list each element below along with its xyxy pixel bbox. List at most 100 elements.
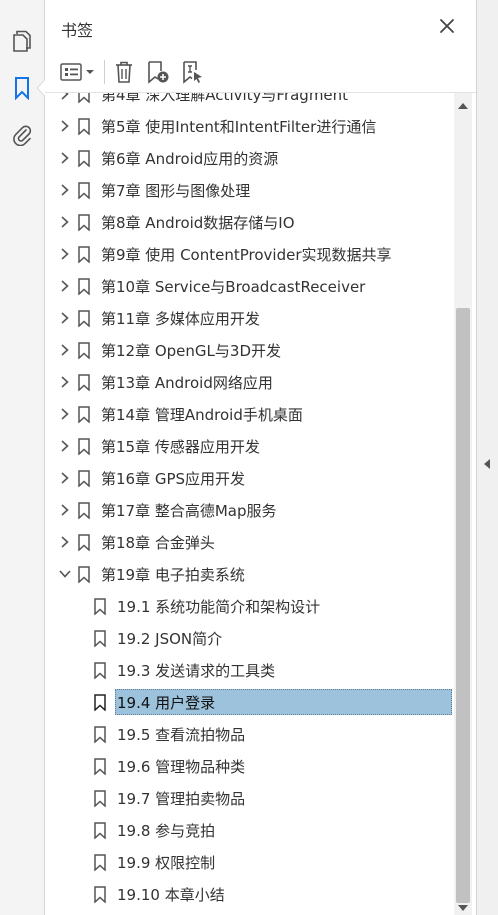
bookmark-icon [78, 566, 90, 583]
bookmark-icon [94, 630, 106, 647]
chevron-down-icon[interactable] [58, 567, 72, 581]
close-icon[interactable] [438, 17, 456, 35]
scroll-down-arrow-icon[interactable] [458, 905, 468, 911]
bookmark-subitem[interactable]: 19.1 系统功能简介和架构设计 [45, 590, 454, 622]
bookmark-icon[interactable] [8, 74, 36, 102]
chevron-right-icon[interactable] [58, 183, 72, 197]
bookmark-icon [78, 534, 90, 551]
panel-splitter[interactable] [476, 0, 498, 915]
bookmark-label: 第17章 整合高德Map服务 [101, 502, 277, 520]
chevron-right-icon[interactable] [58, 151, 72, 165]
bookmark-item[interactable]: 第5章 使用Intent和IntentFilter进行通信 [45, 110, 454, 142]
bookmark-item[interactable]: 第17章 整合高德Map服务 [45, 494, 454, 526]
bookmark-item[interactable]: 第4章 深入理解Activity与Fragment [45, 93, 454, 110]
bookmark-from-selection-icon[interactable] [179, 59, 205, 85]
scroll-up-arrow-icon[interactable] [458, 103, 468, 109]
toolbar-separator [104, 60, 105, 84]
bookmark-icon [94, 822, 106, 839]
bookmark-icon [94, 598, 106, 615]
bookmark-subitem[interactable]: 19.10 本章小结 [45, 878, 454, 910]
chevron-right-icon[interactable] [58, 535, 72, 549]
bookmark-icon [94, 790, 106, 807]
bookmark-subitem[interactable]: 19.8 参与竞拍 [45, 814, 454, 846]
bookmark-label: 第4章 深入理解Activity与Fragment [101, 93, 349, 104]
trash-icon[interactable] [111, 59, 137, 85]
collapse-arrow-icon[interactable] [484, 459, 490, 469]
bookmark-icon [78, 278, 90, 295]
bookmark-item[interactable]: 第10章 Service与BroadcastReceiver [45, 270, 454, 302]
bookmark-item[interactable]: 第9章 使用 ContentProvider实现数据共享 [45, 238, 454, 270]
bookmark-subitem[interactable]: 19.5 查看流拍物品 [45, 718, 454, 750]
bookmark-item[interactable]: 第16章 GPS应用开发 [45, 462, 454, 494]
bookmark-item[interactable]: 第18章 合金弹头 [45, 526, 454, 558]
bookmark-label: 第5章 使用Intent和IntentFilter进行通信 [101, 118, 377, 136]
bookmark-icon [78, 118, 90, 135]
bookmark-icon [78, 502, 90, 519]
bookmark-icon [94, 854, 106, 871]
bookmark-subitem[interactable]: 19.2 JSON简介 [45, 622, 454, 654]
chevron-right-icon[interactable] [58, 279, 72, 293]
bookmark-item[interactable]: 第14章 管理Android手机桌面 [45, 398, 454, 430]
chevron-right-icon[interactable] [58, 343, 72, 357]
bookmark-item[interactable]: 第11章 多媒体应用开发 [45, 302, 454, 334]
bookmark-label: 第6章 Android应用的资源 [101, 150, 279, 168]
chevron-right-icon[interactable] [58, 93, 72, 101]
chevron-right-icon[interactable] [58, 215, 72, 229]
chevron-right-icon[interactable] [58, 407, 72, 421]
bookmarks-toolbar [45, 52, 476, 93]
bookmarks-panel: 书签 第4章 深入理解Activity与Fragment 第5章 使用Inten… [45, 0, 476, 915]
bookmark-subitem[interactable]: 19.7 管理拍卖物品 [45, 782, 454, 814]
bookmark-label: 第19章 电子拍卖系统 [101, 566, 245, 584]
bookmark-item[interactable]: 第12章 OpenGL与3D开发 [45, 334, 454, 366]
bookmark-icon [78, 246, 90, 263]
bookmark-subitem[interactable]: 19.9 权限控制 [45, 846, 454, 878]
bookmark-icon [78, 150, 90, 167]
chevron-right-icon[interactable] [58, 119, 72, 133]
chevron-right-icon[interactable] [58, 311, 72, 325]
chevron-right-icon[interactable] [58, 503, 72, 517]
bookmark-label: 第18章 合金弹头 [101, 534, 215, 552]
vertical-scrollbar[interactable] [454, 93, 472, 915]
bookmark-icon [94, 886, 106, 903]
bookmark-icon [78, 438, 90, 455]
new-bookmark-icon[interactable] [145, 59, 171, 85]
bookmark-label: 第13章 Android网络应用 [101, 374, 273, 392]
bookmark-label: 第9章 使用 ContentProvider实现数据共享 [101, 246, 392, 264]
bookmark-label: 19.9 权限控制 [117, 854, 216, 872]
bookmark-tree: 第4章 深入理解Activity与Fragment 第5章 使用Intent和In… [45, 93, 454, 915]
bookmark-item[interactable]: 第19章 电子拍卖系统 [45, 558, 454, 590]
chevron-right-icon[interactable] [58, 247, 72, 261]
paperclip-icon[interactable] [8, 120, 36, 148]
bookmark-label: 19.7 管理拍卖物品 [117, 790, 246, 808]
panel-title: 书签 [61, 21, 94, 40]
chevron-right-icon[interactable] [58, 439, 72, 453]
pages-icon[interactable] [8, 27, 36, 55]
bookmark-label: 19.5 查看流拍物品 [117, 726, 246, 744]
chevron-right-icon[interactable] [58, 471, 72, 485]
bookmarks-window: 书签 第4章 深入理解Activity与Fragment 第5章 使用Inten… [0, 0, 498, 915]
bookmark-label: 19.3 发送请求的工具类 [117, 662, 276, 680]
bookmark-label: 第10章 Service与BroadcastReceiver [101, 278, 366, 296]
bookmark-icon [78, 93, 90, 103]
bookmark-label: 19.6 管理物品种类 [117, 758, 246, 776]
bookmark-item[interactable]: 第8章 Android数据存储与IO [45, 206, 454, 238]
bookmark-item[interactable]: 第6章 Android应用的资源 [45, 142, 454, 174]
bookmark-icon [94, 726, 106, 743]
bookmark-label: 第16章 GPS应用开发 [101, 470, 246, 488]
bookmark-label: 第8章 Android数据存储与IO [101, 214, 295, 232]
bookmark-subitem[interactable]: 19.6 管理物品种类 [45, 750, 454, 782]
scrollbar-thumb[interactable] [456, 308, 470, 903]
bookmark-icon [78, 470, 90, 487]
chevron-right-icon[interactable] [58, 375, 72, 389]
bookmark-item[interactable]: 第13章 Android网络应用 [45, 366, 454, 398]
bookmark-subitem[interactable]: 19.4 用户登录 [45, 686, 454, 718]
list-options-icon[interactable] [59, 59, 99, 85]
bookmark-icon [78, 406, 90, 423]
bookmark-item[interactable]: 第15章 传感器应用开发 [45, 430, 454, 462]
bookmark-icon [78, 310, 90, 327]
bookmark-label: 19.4 用户登录 [117, 694, 216, 712]
bookmark-subitem[interactable]: 19.3 发送请求的工具类 [45, 654, 454, 686]
bookmark-label: 第12章 OpenGL与3D开发 [101, 342, 281, 360]
bookmark-item[interactable]: 第7章 图形与图像处理 [45, 174, 454, 206]
bookmark-label: 第14章 管理Android手机桌面 [101, 406, 303, 424]
